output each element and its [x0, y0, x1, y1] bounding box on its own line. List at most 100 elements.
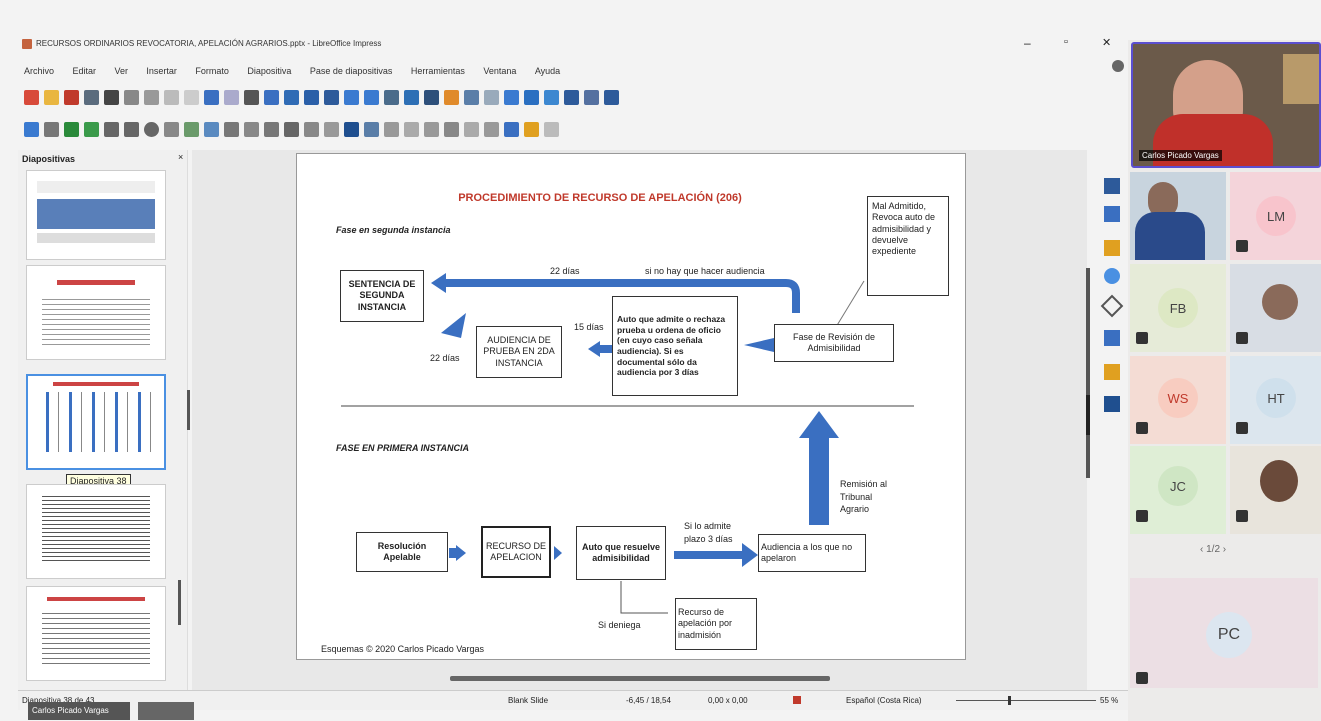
- menu-ayuda[interactable]: Ayuda: [535, 66, 560, 76]
- comment-icon[interactable]: [544, 89, 559, 105]
- print-icon[interactable]: [104, 89, 119, 105]
- image-icon[interactable]: [404, 89, 419, 105]
- find-icon[interactable]: [244, 89, 259, 105]
- sidebar-toggle-icon[interactable]: [1112, 60, 1124, 72]
- participant-page-indicator[interactable]: ‹ 1/2 ›: [1200, 544, 1226, 555]
- 3d-objects-icon[interactable]: [344, 121, 359, 137]
- next-page-icon[interactable]: ›: [1220, 544, 1226, 555]
- filter-icon[interactable]: [484, 121, 499, 137]
- media-icon[interactable]: [424, 89, 439, 105]
- master-slides-icon[interactable]: [1104, 396, 1120, 412]
- start-current-icon[interactable]: [364, 89, 379, 105]
- special-char-icon[interactable]: [484, 89, 499, 105]
- table-icon[interactable]: [384, 89, 399, 105]
- panel-scrollbar[interactable]: [178, 580, 181, 625]
- display-views-icon[interactable]: [304, 89, 319, 105]
- show-draw-icon[interactable]: [604, 89, 619, 105]
- rotate-icon[interactable]: [364, 121, 379, 137]
- start-first-icon[interactable]: [344, 89, 359, 105]
- vertical-scrollbar[interactable]: [1086, 268, 1090, 478]
- minimize-button[interactable]: –: [1024, 36, 1031, 50]
- close-panel-icon[interactable]: ×: [178, 152, 183, 162]
- stars-icon[interactable]: [324, 121, 339, 137]
- navigator-icon[interactable]: [1104, 268, 1120, 284]
- spelling-icon[interactable]: [264, 89, 279, 105]
- line-color-icon[interactable]: [64, 121, 79, 137]
- clone-icon[interactable]: [184, 89, 199, 105]
- panel-splitter[interactable]: [187, 390, 190, 430]
- zoom-slider[interactable]: [956, 700, 1096, 701]
- fontwork-icon[interactable]: [504, 89, 519, 105]
- gallery-icon[interactable]: [1104, 240, 1120, 256]
- slide-thumbnail-36[interactable]: [26, 170, 166, 260]
- distribute-icon[interactable]: [424, 121, 439, 137]
- hyperlink-icon[interactable]: [524, 89, 539, 105]
- meeting-control-button[interactable]: [138, 702, 194, 720]
- arrange-icon[interactable]: [404, 121, 419, 137]
- highlight-icon[interactable]: [524, 121, 539, 137]
- line-icon[interactable]: [104, 121, 119, 137]
- glue-icon[interactable]: [544, 121, 559, 137]
- auto-resuelve-arrow-body: [674, 551, 742, 559]
- grid-icon[interactable]: [284, 89, 299, 105]
- cut-icon[interactable]: [124, 89, 139, 105]
- export-icon[interactable]: [84, 89, 99, 105]
- new-icon[interactable]: [24, 89, 39, 105]
- flowchart-icon[interactable]: [284, 121, 299, 137]
- zoom-slider-thumb[interactable]: [1008, 696, 1011, 705]
- undo-icon[interactable]: [204, 89, 219, 105]
- fill-color-icon[interactable]: [84, 121, 99, 137]
- menu-insertar[interactable]: Insertar: [146, 66, 177, 76]
- language[interactable]: Español (Costa Rica): [846, 696, 922, 705]
- close-button[interactable]: ✕: [1102, 36, 1111, 49]
- select-icon[interactable]: [24, 121, 39, 137]
- slide-thumbnail-38-selected[interactable]: [26, 374, 166, 470]
- menu-herramientas[interactable]: Herramientas: [411, 66, 465, 76]
- doc-modified-icon[interactable]: [793, 696, 801, 704]
- connector-icon[interactable]: [204, 121, 219, 137]
- rectangle-icon[interactable]: [124, 121, 139, 137]
- slide-thumbnail-39[interactable]: [26, 484, 166, 579]
- ellipse-icon[interactable]: [144, 121, 159, 137]
- participant-tile-video-1: [1130, 172, 1226, 260]
- curve-icon[interactable]: [184, 121, 199, 137]
- chart-icon[interactable]: [444, 89, 459, 105]
- textbox-icon[interactable]: [464, 89, 479, 105]
- align-icon[interactable]: [384, 121, 399, 137]
- master-icon[interactable]: [324, 89, 339, 105]
- mic-off-icon: [1136, 422, 1148, 434]
- slide-transition-icon[interactable]: [1104, 330, 1120, 346]
- shadow-icon[interactable]: [444, 121, 459, 137]
- field-icon[interactable]: [584, 89, 599, 105]
- menu-editar[interactable]: Editar: [72, 66, 96, 76]
- animation-icon[interactable]: [1104, 364, 1120, 380]
- slide-thumbnail-37[interactable]: [26, 265, 166, 360]
- symbol-shapes-icon[interactable]: [244, 121, 259, 137]
- menu-ventana[interactable]: Ventana: [483, 66, 516, 76]
- menu-diapositiva[interactable]: Diapositiva: [247, 66, 291, 76]
- horizontal-scrollbar[interactable]: [450, 676, 830, 681]
- menu-ver[interactable]: Ver: [114, 66, 128, 76]
- crop-icon[interactable]: [464, 121, 479, 137]
- vertical-scrollbar-thumb[interactable]: [1086, 395, 1090, 435]
- callouts-icon[interactable]: [304, 121, 319, 137]
- block-arrows-icon[interactable]: [264, 121, 279, 137]
- header-footer-icon[interactable]: [564, 89, 579, 105]
- copy-icon[interactable]: [144, 89, 159, 105]
- save-icon[interactable]: [64, 89, 79, 105]
- menu-archivo[interactable]: Archivo: [24, 66, 54, 76]
- restore-button[interactable]: ▫: [1064, 36, 1068, 48]
- points-icon[interactable]: [504, 121, 519, 137]
- redo-icon[interactable]: [224, 89, 239, 105]
- menu-pase[interactable]: Pase de diapositivas: [310, 66, 393, 76]
- basic-shapes-icon[interactable]: [224, 121, 239, 137]
- properties-icon[interactable]: [1104, 178, 1120, 194]
- menu-formato[interactable]: Formato: [195, 66, 229, 76]
- slide-thumbnail-40[interactable]: [26, 586, 166, 681]
- shapes-icon[interactable]: [1100, 294, 1124, 318]
- zoom-icon[interactable]: [44, 121, 59, 137]
- open-icon[interactable]: [44, 89, 59, 105]
- arrow-line-icon[interactable]: [164, 121, 179, 137]
- paste-icon[interactable]: [164, 89, 179, 105]
- styles-icon[interactable]: [1104, 206, 1120, 222]
